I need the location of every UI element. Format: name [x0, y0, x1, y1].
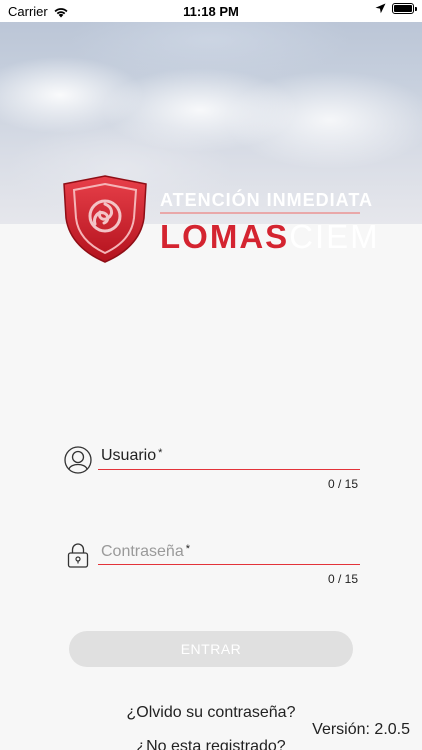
- location-arrow-icon: [375, 3, 386, 14]
- status-bar: Carrier 11:18 PM: [0, 0, 422, 22]
- password-field[interactable]: Contraseña *: [101, 543, 190, 561]
- username-required-mark: *: [158, 447, 163, 459]
- lock-icon[interactable]: [64, 541, 92, 569]
- login-button[interactable]: ENTRAR: [69, 631, 353, 667]
- password-label: Contraseña: [101, 543, 184, 560]
- battery-icon: [392, 3, 417, 14]
- status-time: 11:18 PM: [183, 4, 239, 19]
- password-counter: 0 / 15: [327, 572, 358, 586]
- username-field[interactable]: Usuario *: [101, 447, 162, 465]
- register-link[interactable]: ¿No esta registrado?: [0, 738, 422, 750]
- password-required-mark: *: [185, 543, 190, 555]
- password-underline: [98, 564, 360, 565]
- logo-brand: LOMASCIEM: [160, 218, 380, 256]
- status-right: [375, 3, 417, 14]
- user-icon[interactable]: [64, 446, 92, 474]
- logo-brand-secondary: CIEM: [289, 218, 380, 255]
- shield-logo-icon: [63, 175, 147, 263]
- username-counter: 0 / 15: [327, 477, 358, 491]
- logo-brand-primary: LOMAS: [160, 218, 290, 255]
- username-label: Usuario: [101, 447, 157, 464]
- logo-tagline: ATENCIÓN INMEDIATA: [160, 190, 373, 210]
- version-label: Versión: 2.0.5: [312, 721, 410, 738]
- forgot-password-link[interactable]: ¿Olvido su contraseña?: [0, 704, 422, 722]
- username-underline: [98, 469, 360, 470]
- logo-divider: [160, 212, 360, 214]
